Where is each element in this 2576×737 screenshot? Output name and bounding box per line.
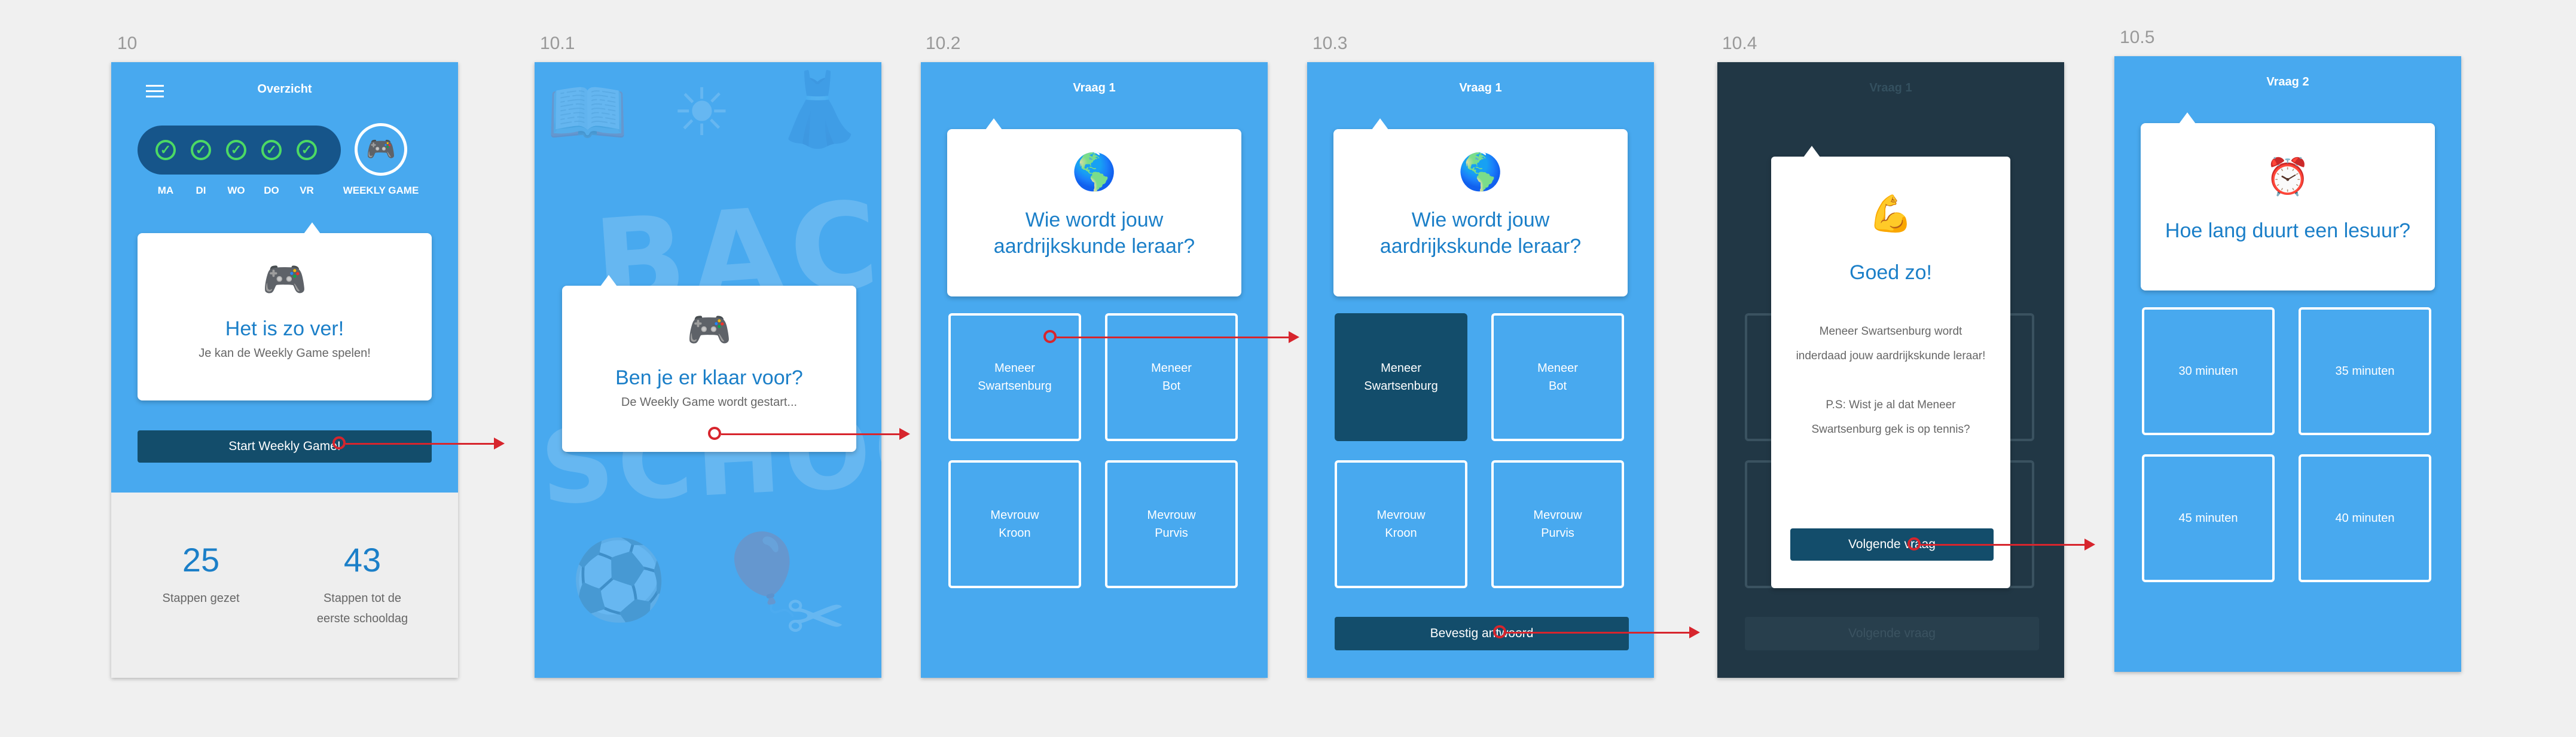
question-card: 🌎 Wie wordt jouw aardrijkskunde leraar? [1333,118,1628,296]
day-label-do: DO [264,185,279,196]
day-label-di: DI [196,185,206,196]
question-card: 🌎 Wie wordt jouw aardrijkskunde leraar? [947,118,1241,296]
globe-icon: 🌎 [1458,151,1503,193]
screen-label-10-4: 10.4 [1722,33,1757,53]
weekly-game-card: 🎮 Het is zo ver! Je kan de Weekly Game s… [138,222,432,400]
gamepad-icon: 🎮 [366,136,396,163]
tap-target-marker [1907,537,1921,551]
check-icon: ✓ [155,140,176,160]
weekly-game-label: WEEKLY GAME [343,185,419,196]
day-label-vr: VR [300,185,314,196]
tap-target-marker [1043,330,1057,343]
answer-option[interactable]: Mevrouw Kroon [1335,460,1467,588]
screen-question-1-selected: Vraag 1 🌎 Wie wordt jouw aardrijkskunde … [1307,62,1654,678]
question-title: Vraag 2 [2266,75,2309,88]
gamepad-icon: 🎮 [262,259,307,301]
day-label-ma: MA [157,185,174,196]
weekly-game-button[interactable]: 🎮 [355,123,407,176]
answer-option[interactable]: Meneer Bot [1105,313,1238,441]
flexed-biceps-icon: 💪 [1868,193,1913,235]
answer-option[interactable]: 45 minuten [2142,454,2275,582]
tap-target-marker [332,436,346,449]
screen-label-10-3: 10.3 [1313,33,1348,53]
flow-arrow [1057,331,1299,343]
gamepad-icon: 🎮 [686,309,732,351]
card-heading: Ben je er klaar voor? [615,366,803,389]
tap-target-marker [1493,625,1506,638]
answer-option[interactable]: 40 minuten [2299,454,2431,582]
confirm-answer-button[interactable]: Bevestig antwoord [1335,617,1629,650]
check-icon: ✓ [261,140,282,160]
card-pointer [985,118,1002,130]
screen-question-1: Vraag 1 🌎 Wie wordt jouw aardrijkskunde … [921,62,1268,678]
stats-panel [111,493,458,678]
steps-remaining-label: Stappen tot de eerste schooldag [316,592,408,625]
feedback-text: Meneer Swartsenburg wordt inderdaad jouw… [1796,325,1986,436]
screen-question-2: Vraag 2 ⏰ Hoe lang duurt een lesuur? 30 … [2114,56,2461,672]
card-pointer [1372,118,1388,130]
steps-taken-label: Stappen gezet [162,592,240,605]
feedback-modal: 💪 Goed zo! Meneer Swartsenburg wordt ind… [1771,146,2010,588]
flow-arrow [721,428,910,440]
start-weekly-game-button[interactable]: Start Weekly Game! [138,430,432,463]
flow-arrow [1506,626,1700,638]
answer-option[interactable]: 30 minuten [2142,307,2275,435]
ball-doodle-icon: ⚽ [570,534,667,625]
question-title: Vraag 1 [1459,81,1502,94]
question-card: ⏰ Hoe lang duurt een lesuur? [2141,112,2435,290]
question-text: Hoe lang duurt een lesuur? [2165,219,2411,242]
check-icon: ✓ [191,140,211,160]
skirt-doodle-icon: 👗 [774,68,863,151]
scarf-doodle-icon: ✂ [786,576,846,659]
card-pointer [1803,146,1820,157]
screen-label-10-5: 10.5 [2120,27,2155,47]
card-subtext: De Weekly Game wordt gestart... [621,396,798,409]
screen-label-10-2: 10.2 [926,33,961,53]
tap-target-marker [708,427,721,440]
check-icon: ✓ [226,140,246,160]
answer-option[interactable]: Meneer Bot [1491,313,1624,441]
feedback-heading: Goed zo! [1849,261,1932,284]
screen-label-10-1: 10.1 [540,33,575,53]
steps-taken-number: 25 [182,541,220,579]
card-pointer [2179,112,2196,124]
card-heading: Het is zo ver! [225,317,344,340]
book-doodle-icon: 📖 [547,74,628,151]
flow-arrow [346,438,505,449]
card-pointer [304,222,321,234]
page-title: Overzicht [257,82,312,96]
globe-icon: 🌎 [1072,151,1117,193]
answer-option-selected[interactable]: Meneer Swartsenburg [1335,313,1467,441]
card-subtext: Je kan de Weekly Game spelen! [199,347,371,360]
steps-remaining-number: 43 [343,541,381,579]
check-icon: ✓ [297,140,317,160]
screen-get-ready: BACK SCHOOL 📖 ☀ 👗 ⚽ 🎈 ✂ 🎮 Ben je er klaa… [535,62,881,678]
alarm-clock-icon: ⏰ [2265,156,2311,198]
question-text: Wie wordt jouw aardrijkskunde leraar? [1379,209,1582,258]
answer-option[interactable]: Meneer Swartsenburg [948,313,1081,441]
card-pointer [600,275,617,286]
question-text: Wie wordt jouw aardrijkskunde leraar? [993,209,1195,258]
sun-doodle-icon: ☀ [672,74,731,151]
day-label-wo: WO [227,185,245,196]
screen-overview: Overzicht ✓ ✓ ✓ ✓ ✓ MA DI WO DO VR 🎮 WEE… [111,62,458,678]
screen-correct-feedback: Vraag 1 Volgende vraag 💪 Goed zo! Meneer… [1717,62,2064,678]
next-question-button-dimmed: Volgende vraag [1745,617,2039,650]
answer-option[interactable]: Mevrouw Purvis [1491,460,1624,588]
question-title: Vraag 1 [1073,81,1116,94]
get-ready-card: 🎮 Ben je er klaar voor? De Weekly Game w… [562,275,856,452]
screen-label-10: 10 [117,33,138,53]
question-title: Vraag 1 [1869,81,1912,94]
answer-option[interactable]: 35 minuten [2299,307,2431,435]
answer-option[interactable]: Mevrouw Purvis [1105,460,1238,588]
flow-arrow [1921,539,2095,551]
answer-option[interactable]: Mevrouw Kroon [948,460,1081,588]
